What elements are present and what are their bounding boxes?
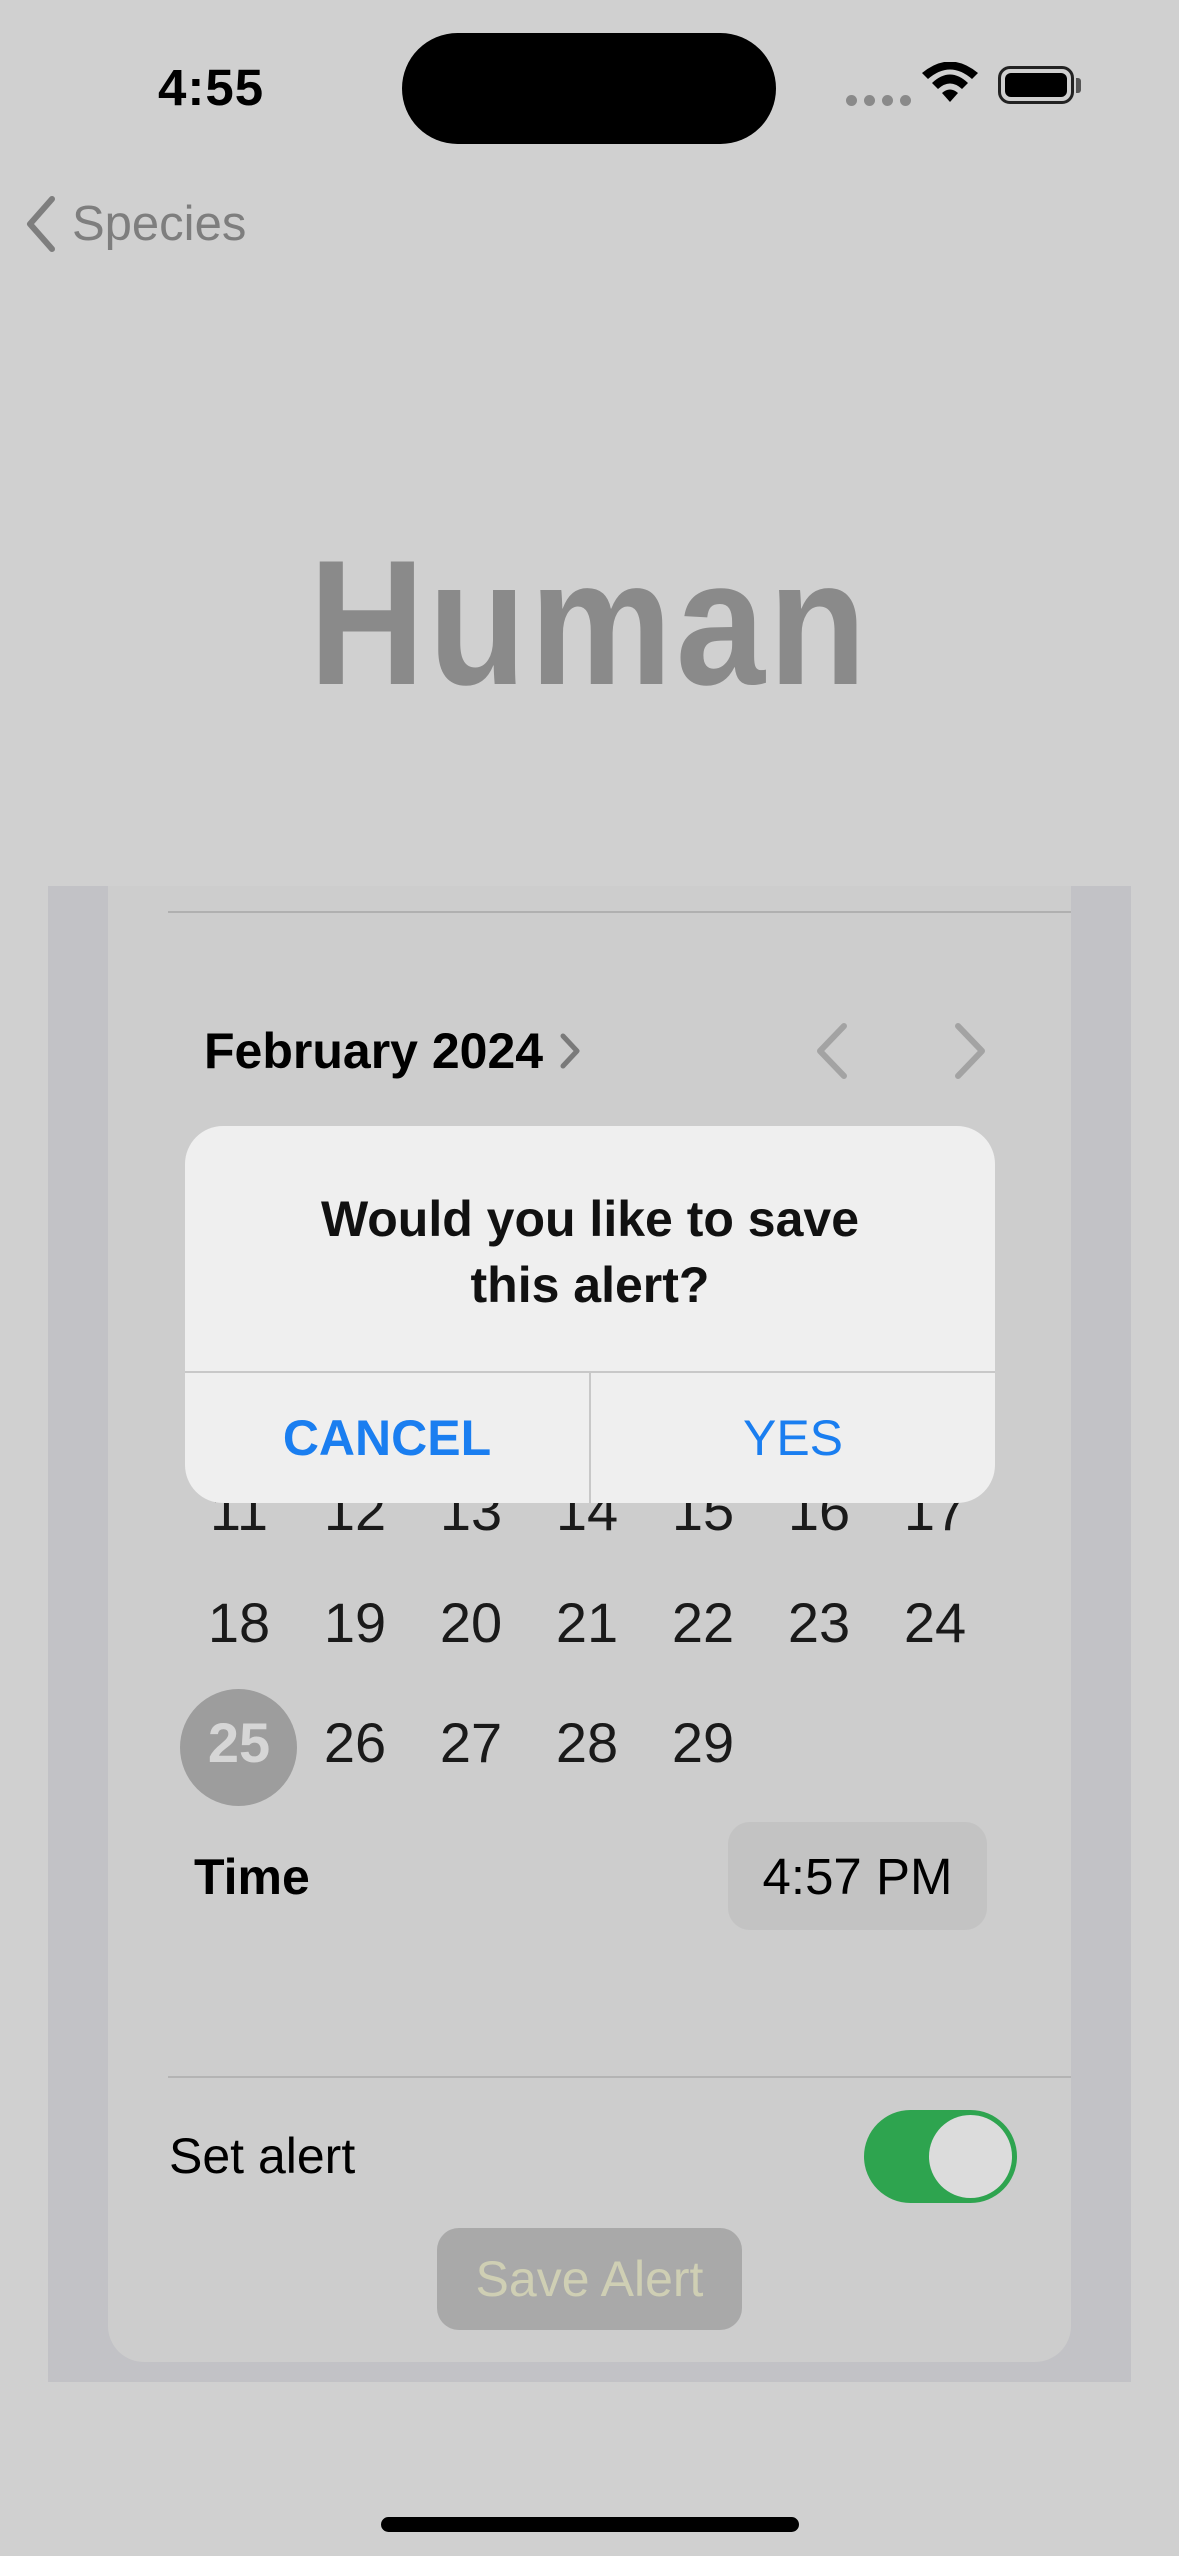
dialog-message-line2: this alert? [470,1257,710,1313]
calendar-day[interactable]: 28 [529,1710,645,1775]
home-indicator [381,2517,799,2532]
yes-button[interactable]: YES [591,1373,995,1503]
page-title: Human [309,523,870,722]
chevron-right-icon [560,1033,580,1069]
save-alert-button[interactable]: Save Alert [437,2228,742,2330]
set-alert-toggle[interactable] [864,2110,1017,2203]
calendar-day[interactable]: 25 [181,1710,297,1775]
confirm-dialog: Would you like to save this alert? CANCE… [185,1126,995,1503]
calendar-day[interactable]: 24 [877,1590,993,1655]
dynamic-island [402,33,776,144]
calendar-day[interactable]: 20 [413,1590,529,1655]
chevron-left-icon [27,196,55,252]
calendar-day[interactable]: 21 [529,1590,645,1655]
dialog-message-line1: Would you like to save [320,1191,860,1247]
calendar-day[interactable]: 26 [297,1710,413,1775]
next-month-button[interactable] [948,1022,992,1080]
section-divider [168,2076,1071,2078]
calendar-day[interactable]: 22 [645,1590,761,1655]
calendar-day[interactable]: 29 [645,1710,761,1775]
battery-icon [998,66,1074,104]
month-selector[interactable]: February 2024 [204,1022,581,1080]
cellular-signal-icon [846,95,911,106]
dialog-message: Would you like to save this alert? [185,1186,995,1318]
month-label: February 2024 [204,1023,544,1079]
calendar-day[interactable]: 23 [761,1590,877,1655]
set-alert-label: Set alert [169,2128,356,2184]
wifi-icon [922,62,978,102]
calendar-day[interactable]: 19 [297,1590,413,1655]
top-divider [168,911,1071,913]
previous-month-button[interactable] [810,1022,854,1080]
back-label: Species [72,197,247,251]
time-label: Time [194,1849,310,1905]
cancel-button[interactable]: CANCEL [185,1373,589,1503]
time-picker-button[interactable]: 4:57 PM [728,1822,987,1930]
toggle-knob [929,2115,1012,2198]
status-time: 4:55 [158,59,265,116]
calendar-day[interactable]: 18 [181,1590,297,1655]
back-button[interactable]: Species [24,195,246,253]
battery-cap [1076,78,1081,93]
calendar-day[interactable]: 27 [413,1710,529,1775]
